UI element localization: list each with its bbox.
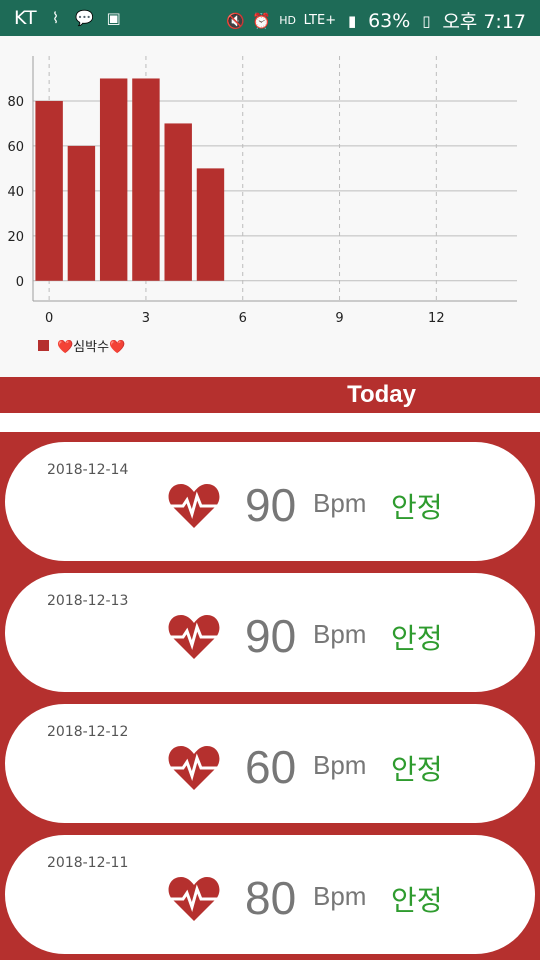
alarm-icon: ⏰ — [252, 11, 271, 30]
bpm-unit: Bpm — [313, 881, 367, 911]
chart-bar — [35, 100, 63, 281]
heart-rate-icon — [168, 615, 220, 659]
chart-bar — [164, 123, 192, 281]
chart-bar — [67, 145, 96, 281]
x-tick-label: 9 — [335, 311, 343, 326]
record-list[interactable]: 2018-12-14 90 Bpm 안정 2018-12-13 90 Bpm 안… — [0, 432, 540, 960]
record-card[interactable]: 2018-12-11 80 Bpm 안정 — [5, 835, 535, 954]
image-icon: ▣ — [106, 9, 121, 27]
status-bar: KT ⌇ 💬 ▣ 🔇 ⏰ HD LTE+ ▮ 63% ▯ 오후 7:17 — [0, 0, 540, 36]
mute-icon: 🔇 — [226, 11, 245, 30]
bpm-unit: Bpm — [313, 750, 367, 780]
chart-legend: ❤️심박수❤️ — [38, 336, 125, 355]
bpm-value: 90 — [245, 610, 297, 662]
record-card[interactable]: 2018-12-13 90 Bpm 안정 — [5, 573, 535, 692]
network-label: LTE+ — [303, 13, 337, 28]
clip-icon: ⌇ — [51, 9, 60, 27]
bpm-unit: Bpm — [313, 619, 367, 649]
today-header: Today — [0, 377, 540, 413]
record-card[interactable]: 2018-12-12 60 Bpm 안정 — [5, 704, 535, 823]
list-item[interactable]: 2018-12-13 90 Bpm 안정 — [0, 563, 540, 694]
list-item[interactable]: 2018-12-14 90 Bpm 안정 — [0, 432, 540, 563]
bpm-value: 60 — [245, 741, 297, 793]
bpm-value: 90 — [245, 479, 297, 531]
battery-percent: 63% — [368, 9, 411, 32]
signal-icon: ▮ — [347, 11, 357, 30]
status-label: 안정 — [391, 753, 443, 786]
bpm-unit: Bpm — [313, 488, 367, 518]
heart-rate-icon — [168, 746, 220, 790]
status-label: 안정 — [391, 622, 443, 655]
x-tick-label: 6 — [239, 311, 247, 326]
today-title: Today — [347, 381, 416, 408]
chart-bar — [132, 78, 160, 281]
chart-bar — [99, 78, 128, 281]
record-date: 2018-12-14 — [47, 462, 129, 478]
chart-svg: 0 20 40 60 80 0 3 6 9 12 — [7, 56, 517, 326]
list-item[interactable]: 2018-12-11 80 Bpm 안정 — [0, 825, 540, 956]
chart-bar — [196, 168, 225, 281]
record-date: 2018-12-11 — [47, 855, 129, 871]
header-divider — [0, 413, 540, 432]
heart-rate-chart: 0 20 40 60 80 0 3 6 9 12 ❤️심박수❤️ — [0, 36, 540, 376]
bpm-value: 80 — [245, 872, 297, 924]
y-tick-label: 0 — [16, 275, 24, 290]
x-tick-label: 3 — [142, 311, 150, 326]
carrier-label: KT — [14, 7, 37, 29]
heart-rate-icon — [168, 877, 220, 921]
status-label: 안정 — [391, 491, 443, 524]
hd-icon: HD — [279, 13, 296, 27]
record-card[interactable]: 2018-12-14 90 Bpm 안정 — [5, 442, 535, 561]
y-tick-label: 20 — [7, 230, 24, 245]
x-tick-label: 12 — [428, 311, 445, 326]
clock: 오후 7:17 — [442, 11, 526, 33]
record-date: 2018-12-13 — [47, 593, 129, 609]
list-item[interactable]: 2018-12-12 60 Bpm 안정 — [0, 694, 540, 825]
y-tick-label: 80 — [7, 95, 24, 110]
record-date: 2018-12-12 — [47, 724, 129, 740]
y-tick-label: 40 — [7, 185, 24, 200]
heart-rate-icon — [168, 484, 220, 528]
y-tick-label: 60 — [7, 140, 24, 155]
legend-label: ❤️심박수❤️ — [57, 340, 126, 355]
battery-icon: ▯ — [422, 11, 431, 30]
talk-icon: 💬 — [75, 9, 94, 27]
legend-swatch — [38, 340, 49, 351]
x-tick-label: 0 — [45, 311, 53, 326]
status-label: 안정 — [391, 884, 443, 917]
